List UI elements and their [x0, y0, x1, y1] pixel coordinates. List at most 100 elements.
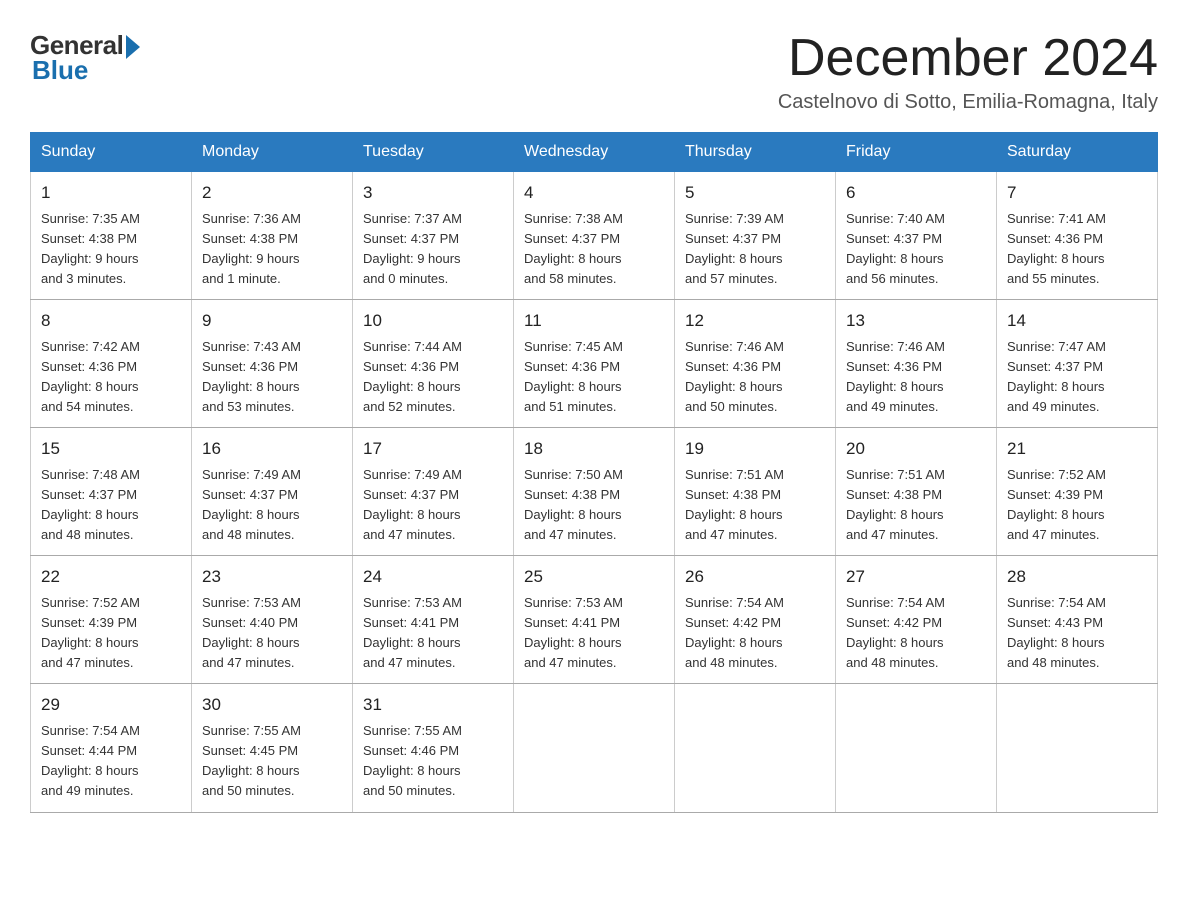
day-number: 5: [685, 180, 825, 206]
day-number: 30: [202, 692, 342, 718]
day-info: Sunrise: 7:54 AMSunset: 4:44 PMDaylight:…: [41, 721, 181, 802]
calendar-day-cell: 13 Sunrise: 7:46 AMSunset: 4:36 PMDayligh…: [836, 300, 997, 428]
day-number: 22: [41, 564, 181, 590]
day-info: Sunrise: 7:48 AMSunset: 4:37 PMDaylight:…: [41, 465, 181, 546]
calendar-day-cell: 26 Sunrise: 7:54 AMSunset: 4:42 PMDayligh…: [675, 556, 836, 684]
day-of-week-header: Tuesday: [353, 133, 514, 172]
calendar-week-row: 22 Sunrise: 7:52 AMSunset: 4:39 PMDayligh…: [31, 556, 1158, 684]
day-number: 20: [846, 436, 986, 462]
day-number: 7: [1007, 180, 1147, 206]
day-number: 16: [202, 436, 342, 462]
day-info: Sunrise: 7:49 AMSunset: 4:37 PMDaylight:…: [202, 465, 342, 546]
calendar-day-cell: 7 Sunrise: 7:41 AMSunset: 4:36 PMDaylight…: [997, 172, 1158, 300]
calendar-day-cell: 22 Sunrise: 7:52 AMSunset: 4:39 PMDayligh…: [31, 556, 192, 684]
calendar-day-cell: [675, 684, 836, 812]
calendar-day-cell: 23 Sunrise: 7:53 AMSunset: 4:40 PMDayligh…: [192, 556, 353, 684]
calendar-day-cell: 11 Sunrise: 7:45 AMSunset: 4:36 PMDayligh…: [514, 300, 675, 428]
calendar-day-cell: 6 Sunrise: 7:40 AMSunset: 4:37 PMDaylight…: [836, 172, 997, 300]
day-of-week-header: Sunday: [31, 133, 192, 172]
day-info: Sunrise: 7:54 AMSunset: 4:42 PMDaylight:…: [846, 593, 986, 674]
day-number: 8: [41, 308, 181, 334]
calendar-day-cell: 8 Sunrise: 7:42 AMSunset: 4:36 PMDaylight…: [31, 300, 192, 428]
day-number: 25: [524, 564, 664, 590]
calendar-day-cell: 3 Sunrise: 7:37 AMSunset: 4:37 PMDaylight…: [353, 172, 514, 300]
day-number: 13: [846, 308, 986, 334]
day-number: 26: [685, 564, 825, 590]
title-area: December 2024 Castelnovo di Sotto, Emili…: [778, 30, 1158, 114]
calendar-day-cell: 27Sunrise: 7:54 AMSunset: 4:42 PMDayligh…: [836, 556, 997, 684]
day-number: 4: [524, 180, 664, 206]
day-number: 11: [524, 308, 664, 334]
day-number: 2: [202, 180, 342, 206]
calendar-day-cell: [836, 684, 997, 812]
day-info: Sunrise: 7:42 AMSunset: 4:36 PMDaylight:…: [41, 337, 181, 418]
day-info: Sunrise: 7:37 AMSunset: 4:37 PMDaylight:…: [363, 209, 503, 290]
day-number: 14: [1007, 308, 1147, 334]
calendar-day-cell: 28Sunrise: 7:54 AMSunset: 4:43 PMDayligh…: [997, 556, 1158, 684]
calendar-day-cell: 29 Sunrise: 7:54 AMSunset: 4:44 PMDayligh…: [31, 684, 192, 812]
logo: General Blue: [30, 30, 140, 86]
day-info: Sunrise: 7:52 AMSunset: 4:39 PMDaylight:…: [41, 593, 181, 674]
day-number: 17: [363, 436, 503, 462]
calendar-day-cell: 1Sunrise: 7:35 AMSunset: 4:38 PMDaylight…: [31, 172, 192, 300]
day-info: Sunrise: 7:50 AMSunset: 4:38 PMDaylight:…: [524, 465, 664, 546]
day-number: 9: [202, 308, 342, 334]
day-info: Sunrise: 7:55 AMSunset: 4:46 PMDaylight:…: [363, 721, 503, 802]
day-of-week-header: Friday: [836, 133, 997, 172]
day-number: 19: [685, 436, 825, 462]
calendar-day-cell: [514, 684, 675, 812]
calendar-day-cell: 2 Sunrise: 7:36 AMSunset: 4:38 PMDaylight…: [192, 172, 353, 300]
calendar-day-cell: 5 Sunrise: 7:39 AMSunset: 4:37 PMDaylight…: [675, 172, 836, 300]
day-number: 29: [41, 692, 181, 718]
location-subtitle: Castelnovo di Sotto, Emilia-Romagna, Ita…: [778, 91, 1158, 114]
day-number: 12: [685, 308, 825, 334]
calendar-day-cell: 30 Sunrise: 7:55 AMSunset: 4:45 PMDayligh…: [192, 684, 353, 812]
day-info: Sunrise: 7:53 AMSunset: 4:41 PMDaylight:…: [363, 593, 503, 674]
day-info: Sunrise: 7:51 AMSunset: 4:38 PMDaylight:…: [685, 465, 825, 546]
calendar-day-cell: 20 Sunrise: 7:51 AMSunset: 4:38 PMDayligh…: [836, 428, 997, 556]
day-info: Sunrise: 7:40 AMSunset: 4:37 PMDaylight:…: [846, 209, 986, 290]
calendar-day-cell: 17Sunrise: 7:49 AMSunset: 4:37 PMDayligh…: [353, 428, 514, 556]
day-info: Sunrise: 7:35 AMSunset: 4:38 PMDaylight:…: [41, 209, 181, 290]
day-info: Sunrise: 7:53 AMSunset: 4:40 PMDaylight:…: [202, 593, 342, 674]
calendar-day-cell: 15 Sunrise: 7:48 AMSunset: 4:37 PMDayligh…: [31, 428, 192, 556]
page-header: General Blue December 2024 Castelnovo di…: [30, 30, 1158, 114]
day-of-week-header: Monday: [192, 133, 353, 172]
day-of-week-header: Wednesday: [514, 133, 675, 172]
day-number: 18: [524, 436, 664, 462]
day-of-week-header: Saturday: [997, 133, 1158, 172]
calendar-day-cell: 31Sunrise: 7:55 AMSunset: 4:46 PMDayligh…: [353, 684, 514, 812]
day-number: 15: [41, 436, 181, 462]
day-info: Sunrise: 7:45 AMSunset: 4:36 PMDaylight:…: [524, 337, 664, 418]
day-info: Sunrise: 7:54 AMSunset: 4:42 PMDaylight:…: [685, 593, 825, 674]
calendar-week-row: 15 Sunrise: 7:48 AMSunset: 4:37 PMDayligh…: [31, 428, 1158, 556]
calendar-day-cell: [997, 684, 1158, 812]
calendar-day-cell: 18 Sunrise: 7:50 AMSunset: 4:38 PMDayligh…: [514, 428, 675, 556]
calendar-day-cell: 9Sunrise: 7:43 AMSunset: 4:36 PMDaylight…: [192, 300, 353, 428]
calendar-day-cell: 12Sunrise: 7:46 AMSunset: 4:36 PMDayligh…: [675, 300, 836, 428]
calendar-day-cell: 25 Sunrise: 7:53 AMSunset: 4:41 PMDayligh…: [514, 556, 675, 684]
day-info: Sunrise: 7:54 AMSunset: 4:43 PMDaylight:…: [1007, 593, 1147, 674]
day-number: 6: [846, 180, 986, 206]
day-info: Sunrise: 7:46 AMSunset: 4:36 PMDaylight:…: [846, 337, 986, 418]
month-year-title: December 2024: [778, 30, 1158, 87]
calendar-day-cell: 21Sunrise: 7:52 AMSunset: 4:39 PMDayligh…: [997, 428, 1158, 556]
calendar-day-cell: 16 Sunrise: 7:49 AMSunset: 4:37 PMDayligh…: [192, 428, 353, 556]
calendar-header-row: SundayMondayTuesdayWednesdayThursdayFrid…: [31, 133, 1158, 172]
day-info: Sunrise: 7:51 AMSunset: 4:38 PMDaylight:…: [846, 465, 986, 546]
calendar-day-cell: 24 Sunrise: 7:53 AMSunset: 4:41 PMDayligh…: [353, 556, 514, 684]
day-info: Sunrise: 7:44 AMSunset: 4:36 PMDaylight:…: [363, 337, 503, 418]
day-number: 23: [202, 564, 342, 590]
day-info: Sunrise: 7:41 AMSunset: 4:36 PMDaylight:…: [1007, 209, 1147, 290]
day-number: 3: [363, 180, 503, 206]
calendar-week-row: 8 Sunrise: 7:42 AMSunset: 4:36 PMDaylight…: [31, 300, 1158, 428]
day-info: Sunrise: 7:39 AMSunset: 4:37 PMDaylight:…: [685, 209, 825, 290]
day-info: Sunrise: 7:53 AMSunset: 4:41 PMDaylight:…: [524, 593, 664, 674]
day-info: Sunrise: 7:55 AMSunset: 4:45 PMDaylight:…: [202, 721, 342, 802]
day-of-week-header: Thursday: [675, 133, 836, 172]
day-info: Sunrise: 7:36 AMSunset: 4:38 PMDaylight:…: [202, 209, 342, 290]
day-number: 24: [363, 564, 503, 590]
calendar-week-row: 1Sunrise: 7:35 AMSunset: 4:38 PMDaylight…: [31, 172, 1158, 300]
day-info: Sunrise: 7:38 AMSunset: 4:37 PMDaylight:…: [524, 209, 664, 290]
logo-blue-text: Blue: [32, 55, 88, 86]
